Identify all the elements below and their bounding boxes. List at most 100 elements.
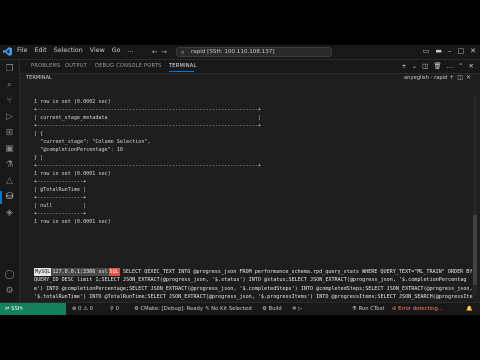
panel-tab-row: PROBLEMS OUTPUT DEBUG CONSOLE PORTS TERM… (20, 60, 480, 74)
panel-actions: + ⌄ ◫ 🗑 … ⌃ ✕ (401, 62, 474, 70)
menu-go[interactable]: Go (112, 47, 121, 54)
explorer-icon[interactable]: ❐ (4, 64, 15, 75)
menu-more[interactable]: ... (127, 47, 133, 54)
tab-problems[interactable]: PROBLEMS (31, 63, 60, 69)
prompt-mode-badge: SQL (108, 268, 120, 277)
more-actions-icon[interactable]: … (447, 62, 454, 70)
debug-launch-status[interactable]: ✲ ▷ (292, 306, 302, 312)
notifications-bell-icon[interactable]: 🔔 (466, 306, 473, 312)
terminal-line: | null | (34, 203, 87, 209)
cmake-status-label: CMake: [Debug]: Ready (140, 306, 204, 312)
terminal-line: 1 row in set (0.0001 sec) (34, 171, 111, 177)
run-debug-icon[interactable]: ▷ (4, 112, 15, 123)
terminal-line: | current_stage_metadata | (34, 115, 261, 121)
terminal-line: +---------------------------------------… (34, 163, 261, 169)
terminal-header: TERMINAL anyeglish - rapid +◫✕ (20, 74, 480, 83)
maximize-icon[interactable]: □ (458, 47, 465, 55)
terminal-output[interactable]: 1 row in set (0.0002 sec) +-------------… (34, 99, 474, 315)
terminal-line: 1 row in set (0.0002 sec) (34, 99, 111, 105)
error-count: 0 (78, 306, 82, 312)
maximize-panel-icon[interactable]: ⌃ (458, 62, 463, 70)
source-control-icon[interactable]: ⑂ (4, 96, 15, 107)
run-ctest-label: Run CTest (358, 306, 385, 312)
activity-bar: ❐ ⌕ ⑂ ▷ ⊞ ▣ ⚗ △ ⛁ ◈ ◯ ⚙ (0, 60, 20, 302)
manage-gear-icon[interactable]: ⚙ (4, 286, 15, 297)
terminal-scrollbar[interactable] (473, 95, 477, 295)
run-ctest-status[interactable]: ⚗ Run CTest (352, 306, 384, 312)
build-label: Build (268, 306, 282, 312)
tab-debug-console[interactable]: DEBUG CONSOLE (95, 63, 142, 69)
terminal-line: "current_stage": "Column Selection", (34, 139, 151, 145)
menu-bar: File Edit Selection View Go ... (17, 47, 133, 54)
command-center-label: rapid [SSH: 100.110.108.137] (191, 49, 275, 55)
docker-icon[interactable]: ◈ (4, 208, 15, 219)
active-tab-underline (169, 71, 194, 72)
account-icon[interactable]: ◯ (4, 270, 15, 281)
testing-icon[interactable]: ⚗ (4, 160, 15, 171)
tab-terminal[interactable]: TERMINAL (169, 63, 197, 69)
minimize-icon[interactable]: – (448, 47, 452, 55)
panel-toggle-icon[interactable]: ▬ (435, 47, 442, 55)
status-bar: ⇌ SSH: 100.110.108.137 ⊗ 0 ⚠ 0 ⚲ 0 ⚙ CMa… (0, 302, 480, 315)
search-icon: ⌕ (181, 49, 185, 56)
new-terminal-icon[interactable]: + (401, 62, 406, 70)
prompt-connection-badge: 127.0.0.1:3306 ssl (51, 268, 109, 277)
ports-count: 0 (115, 306, 119, 312)
remote-indicator[interactable]: ⇌ SSH: 100.110.108.137 (0, 303, 66, 315)
error-notice-status[interactable]: ⊘ Error detecting... (392, 306, 443, 312)
warning-count: 0 (89, 306, 93, 312)
split-icon[interactable]: ◫ (457, 74, 466, 81)
ports-status[interactable]: ⚲ 0 (110, 306, 119, 312)
terminal-line: +---------------+ (34, 195, 87, 201)
remote-label: SSH: 100.110.108.137 (11, 306, 24, 312)
kit-status[interactable]: ✎ No Kit Selected (205, 306, 252, 312)
title-bar-controls: ▭ ▬ – □ ✕ (423, 47, 476, 55)
tab-output[interactable]: OUTPUT (65, 63, 87, 69)
prompt-product-badge: MySQL (34, 268, 52, 277)
menu-view[interactable]: View (90, 47, 105, 54)
menu-edit[interactable]: Edit (35, 47, 47, 54)
error-notice-label: Error detecting... (398, 306, 443, 312)
build-status[interactable]: ⚙ Build (262, 306, 282, 312)
terminal-line: +---------------------------------------… (34, 107, 261, 113)
bug-icon: ✲ (292, 306, 297, 312)
terminal-line: +---------------------------------------… (34, 123, 261, 129)
terminal-label: TERMINAL (26, 75, 52, 81)
forward-arrow-icon[interactable]: → (161, 48, 170, 56)
tab-ports[interactable]: PORTS (144, 63, 162, 69)
command-center[interactable]: ⌕ rapid [SSH: 100.110.108.137] (176, 47, 332, 57)
terminal-instance-icons: +◫✕ (449, 74, 474, 81)
vscode-logo-icon (3, 47, 12, 56)
kill-terminal-icon[interactable]: ✕ (466, 74, 474, 81)
layout-icon[interactable]: ▭ (423, 47, 430, 55)
terminal-instance[interactable]: anyeglish - rapid (404, 75, 447, 81)
split-terminal-icon[interactable]: ◫ (422, 62, 428, 70)
cmake-debug-status[interactable]: ⚙ CMake: [Debug]: Ready (134, 306, 203, 312)
menu-file[interactable]: File (17, 47, 28, 54)
remote-explorer-icon[interactable]: ▣ (4, 144, 15, 155)
chevron-down-icon[interactable]: ⌄ (412, 62, 417, 70)
terminal-line: } | (34, 155, 44, 161)
close-icon[interactable]: ✕ (470, 47, 476, 55)
menu-selection[interactable]: Selection (54, 47, 83, 54)
nav-arrows: ←→ (152, 48, 171, 56)
search-view-icon[interactable]: ⌕ (4, 80, 15, 91)
close-panel-icon[interactable]: ✕ (469, 62, 474, 70)
scrollbar-thumb[interactable] (473, 215, 477, 285)
title-bar: File Edit Selection View Go ... ←→ ⌕ rap… (0, 45, 480, 60)
terminal-line: | @TotalRunTime | (34, 187, 87, 193)
cmake-icon[interactable]: △ (4, 176, 15, 187)
kit-label: No Kit Selected (211, 306, 252, 312)
terminal-line: "@completionPercentage": 10 (34, 147, 123, 153)
vscode-window: File Edit Selection View Go ... ←→ ⌕ rap… (0, 45, 480, 315)
terminal-line: 1 row in set (0.0001 sec) (34, 219, 111, 225)
terminal-line: +---------------+ (34, 211, 87, 217)
play-icon: ▷ (298, 306, 303, 312)
terminal-line: | { (34, 131, 44, 137)
database-icon[interactable]: ⛁ (4, 192, 15, 203)
active-indicator (0, 191, 2, 204)
problems-status[interactable]: ⊗ 0 ⚠ 0 (72, 306, 93, 312)
extensions-icon[interactable]: ⊞ (4, 128, 15, 139)
terminal-line: +---------------+ (34, 179, 87, 185)
trash-icon[interactable]: 🗑 (433, 62, 441, 70)
